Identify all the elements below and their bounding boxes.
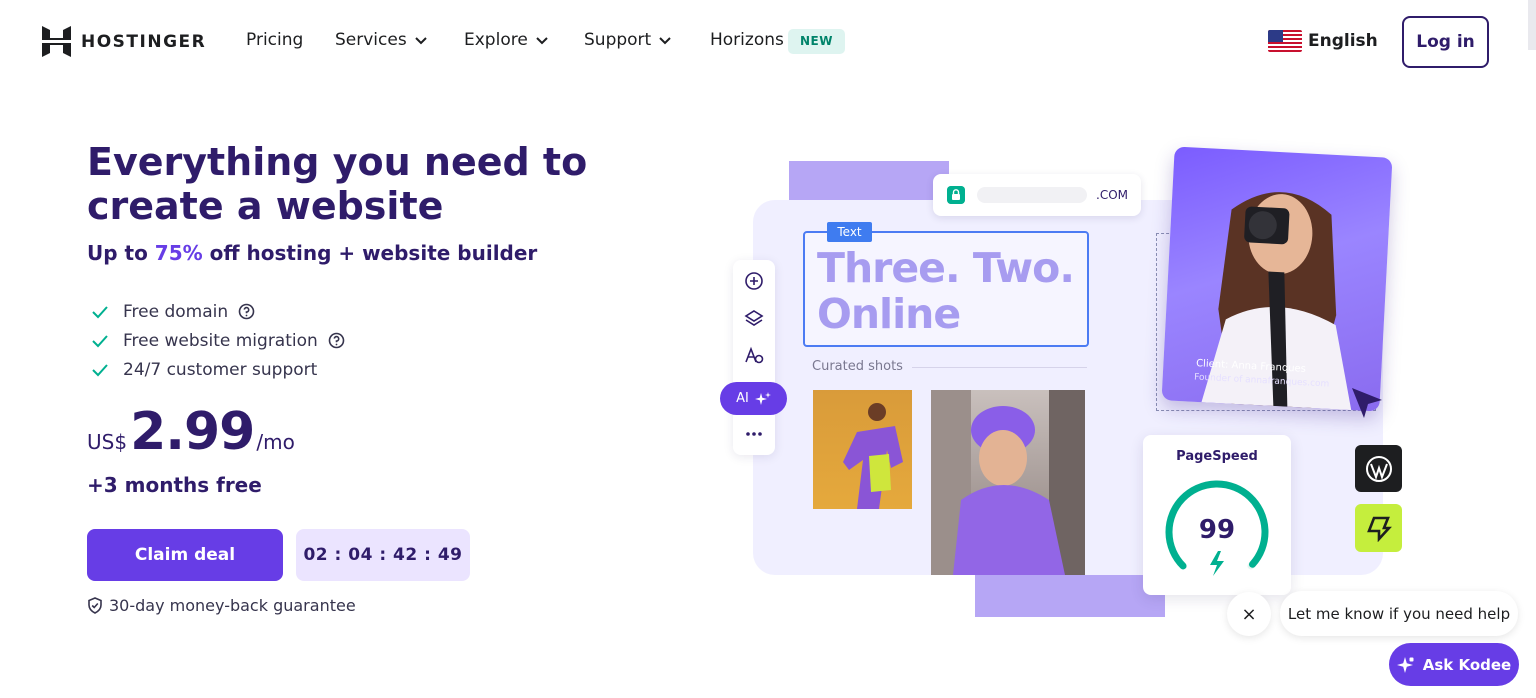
- price: US$ 2.99 /mo: [87, 402, 295, 462]
- hero-illustration: .COM AI Text Three. Two. Online Curated …: [720, 140, 1420, 630]
- brand-name: HOSTINGER: [81, 31, 207, 52]
- price-period: /mo: [256, 430, 295, 454]
- hero-title: Everything you need to create a website: [87, 140, 588, 228]
- bonus-months: +3 months free: [87, 473, 262, 497]
- feature-list: Free domain Free website migration 24/7 …: [90, 297, 345, 384]
- decorative-shape: [789, 161, 949, 201]
- chat-message[interactable]: Let me know if you need help: [1280, 591, 1518, 636]
- nav-explore-label: Explore: [464, 30, 528, 50]
- price-amount: 2.99: [130, 402, 255, 462]
- nav-support-label: Support: [584, 30, 652, 50]
- wordpress-icon: [1355, 445, 1402, 492]
- divider: [912, 367, 1087, 368]
- feature-item: Free domain: [90, 297, 345, 326]
- nav-services-label: Services: [335, 30, 407, 50]
- fashion-photo-2: [931, 390, 1085, 575]
- language-selector[interactable]: English: [1268, 30, 1378, 52]
- nav-services[interactable]: Services: [335, 30, 429, 50]
- chevron-down-icon: [536, 37, 548, 45]
- scrollbar[interactable]: [1528, 0, 1536, 50]
- top-navigation: HOSTINGER Pricing Services Explore Suppo…: [0, 0, 1536, 84]
- shield-check-icon: [88, 597, 102, 614]
- plus-circle-icon: [745, 272, 763, 290]
- decorative-shape: [975, 575, 1165, 617]
- nav-horizons-label: Horizons: [710, 30, 784, 50]
- text-tag: Text: [827, 222, 872, 242]
- headline-line-2: Online: [817, 290, 961, 338]
- login-button[interactable]: Log in: [1402, 16, 1489, 68]
- check-icon: [92, 305, 108, 318]
- chat-close-button[interactable]: ×: [1227, 592, 1271, 636]
- nav-pricing[interactable]: Pricing: [246, 30, 303, 50]
- ai-label: AI: [736, 391, 749, 406]
- url-field: [977, 187, 1087, 203]
- text-block: Text Three. Two. Online: [803, 222, 1089, 347]
- chevron-down-icon: [414, 37, 427, 45]
- pagespeed-score: 99: [1198, 515, 1236, 545]
- check-icon: [92, 363, 108, 376]
- feature-label: Free domain: [123, 301, 229, 322]
- sparkle-icon: [754, 391, 771, 405]
- url-bar: .COM: [933, 174, 1141, 216]
- lock-icon: [947, 186, 965, 204]
- brand-logo[interactable]: HOSTINGER: [42, 26, 206, 57]
- pagespeed-card: PageSpeed 99: [1143, 435, 1291, 595]
- ask-kodee-label: Ask Kodee: [1422, 655, 1512, 674]
- nav-support[interactable]: Support: [584, 30, 673, 50]
- bolt-icon: [1210, 551, 1224, 576]
- nav-pricing-label: Pricing: [246, 30, 304, 50]
- feature-item: 24/7 customer support: [90, 355, 345, 384]
- model-figure: [843, 403, 903, 509]
- feature-label: 24/7 customer support: [123, 359, 318, 380]
- money-back-guarantee: 30-day money-back guarantee: [87, 596, 356, 615]
- ai-button: AI: [720, 382, 787, 415]
- kodee-icon: [1396, 656, 1414, 673]
- feature-item: Free website migration: [90, 326, 345, 355]
- price-currency: US$: [87, 430, 128, 454]
- feature-label: Free website migration: [123, 330, 318, 351]
- help-circle-icon[interactable]: [238, 303, 255, 320]
- us-flag-icon: [1268, 30, 1302, 52]
- language-label: English: [1308, 31, 1378, 51]
- hostinger-logo-icon: [42, 26, 71, 57]
- headline-line-1: Three. Two.: [817, 244, 1075, 292]
- nav-horizons[interactable]: Horizons: [710, 30, 784, 50]
- new-badge: NEW: [788, 29, 845, 54]
- text-style-icon: [745, 346, 764, 364]
- cursor-icon: [1352, 388, 1382, 418]
- help-circle-icon[interactable]: [328, 332, 345, 349]
- subtitle-prefix: Up to: [87, 241, 155, 265]
- fashion-photo-1: [813, 390, 912, 509]
- chevron-down-icon: [659, 37, 671, 45]
- editor-toolbar: [733, 260, 775, 455]
- more-icon: [746, 432, 762, 436]
- model-figure: [931, 390, 1085, 575]
- check-icon: [92, 334, 108, 347]
- layers-icon: [744, 310, 764, 326]
- domain-suffix: .COM: [1096, 188, 1128, 202]
- curated-shots-label: Curated shots: [812, 359, 903, 374]
- lightning-logo-icon: [1355, 504, 1402, 552]
- headline: Three. Two. Online: [817, 244, 1075, 338]
- nav-explore[interactable]: Explore: [464, 30, 550, 50]
- ask-kodee-button[interactable]: Ask Kodee: [1389, 643, 1519, 686]
- claim-deal-button[interactable]: Claim deal: [87, 529, 283, 581]
- subtitle-suffix: off hosting + website builder: [202, 241, 538, 265]
- pagespeed-label: PageSpeed: [1176, 449, 1258, 464]
- guarantee-label: 30-day money-back guarantee: [109, 596, 356, 615]
- discount-percent: 75%: [154, 241, 203, 265]
- countdown-timer: 02 : 04 : 42 : 49: [296, 529, 470, 581]
- close-icon: ×: [1241, 603, 1257, 625]
- hero-subtitle: Up to 75% off hosting + website builder: [87, 241, 537, 265]
